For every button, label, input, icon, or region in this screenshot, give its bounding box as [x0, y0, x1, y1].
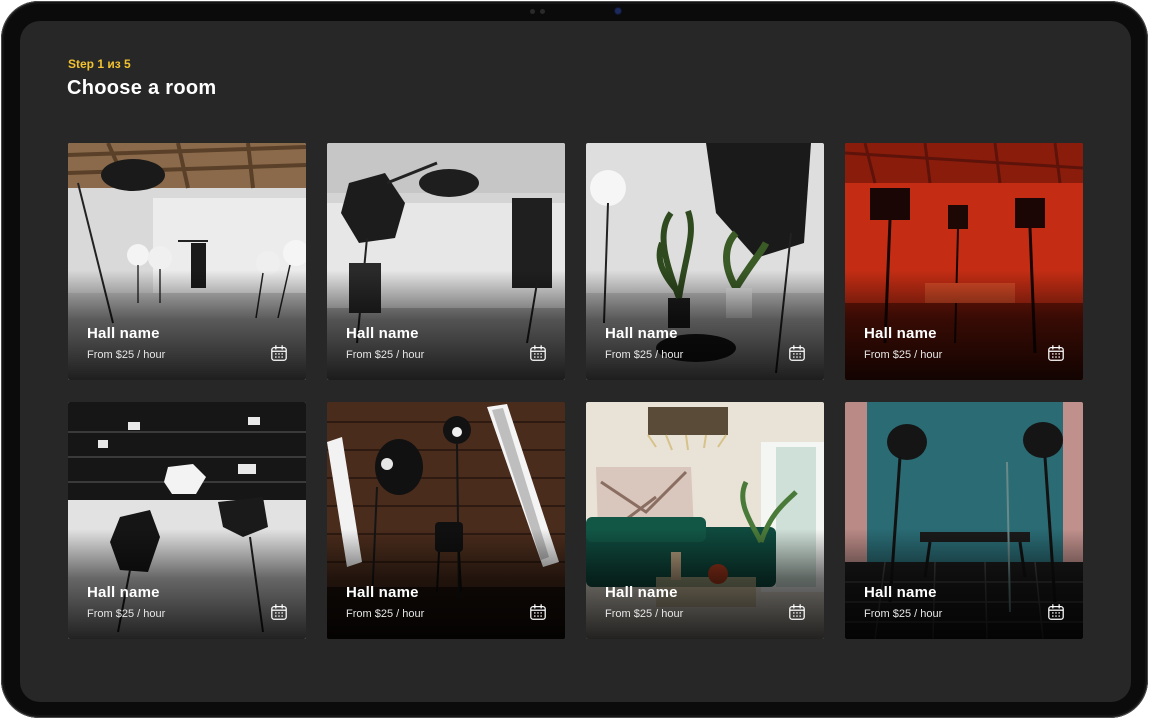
room-name: Hall name — [346, 325, 419, 342]
calendar-icon[interactable] — [787, 602, 807, 622]
room-card[interactable]: Hall name From $25 / hour — [845, 402, 1083, 639]
room-name: Hall name — [346, 584, 419, 601]
room-price: From $25 / hour — [87, 349, 166, 361]
calendar-icon[interactable] — [787, 343, 807, 363]
camera-icon — [615, 8, 621, 14]
room-card[interactable]: Hall name From $25 / hour — [586, 143, 824, 380]
room-price: From $25 / hour — [87, 608, 166, 620]
room-price: From $25 / hour — [605, 608, 684, 620]
room-name: Hall name — [87, 584, 160, 601]
sensor-dot — [540, 9, 545, 14]
page-title: Choose a room — [67, 77, 217, 99]
room-name: Hall name — [864, 584, 937, 601]
calendar-icon[interactable] — [1046, 602, 1066, 622]
room-price: From $25 / hour — [605, 349, 684, 361]
room-price: From $25 / hour — [346, 349, 425, 361]
room-card[interactable]: Hall name From $25 / hour — [68, 143, 306, 380]
room-card[interactable]: Hall name From $25 / hour — [845, 143, 1083, 380]
sensor-dot — [530, 9, 535, 14]
room-card[interactable]: Hall name From $25 / hour — [327, 143, 565, 380]
room-name: Hall name — [864, 325, 937, 342]
calendar-icon[interactable] — [269, 602, 289, 622]
room-price: From $25 / hour — [864, 349, 943, 361]
calendar-icon[interactable] — [528, 602, 548, 622]
room-name: Hall name — [87, 325, 160, 342]
room-card[interactable]: Hall name From $25 / hour — [586, 402, 824, 639]
room-name: Hall name — [605, 325, 678, 342]
tablet-frame: Step 1 из 5 Choose a room Hall name From… — [1, 1, 1148, 718]
rooms-grid: Hall name From $25 / hour Hall name From… — [68, 143, 1083, 639]
room-price: From $25 / hour — [864, 608, 943, 620]
room-name: Hall name — [605, 584, 678, 601]
calendar-icon[interactable] — [269, 343, 289, 363]
calendar-icon[interactable] — [1046, 343, 1066, 363]
step-indicator: Step 1 из 5 — [68, 57, 131, 71]
room-card[interactable]: Hall name From $25 / hour — [68, 402, 306, 639]
calendar-icon[interactable] — [528, 343, 548, 363]
app-screen: Step 1 из 5 Choose a room Hall name From… — [20, 21, 1131, 702]
room-price: From $25 / hour — [346, 608, 425, 620]
room-card[interactable]: Hall name From $25 / hour — [327, 402, 565, 639]
